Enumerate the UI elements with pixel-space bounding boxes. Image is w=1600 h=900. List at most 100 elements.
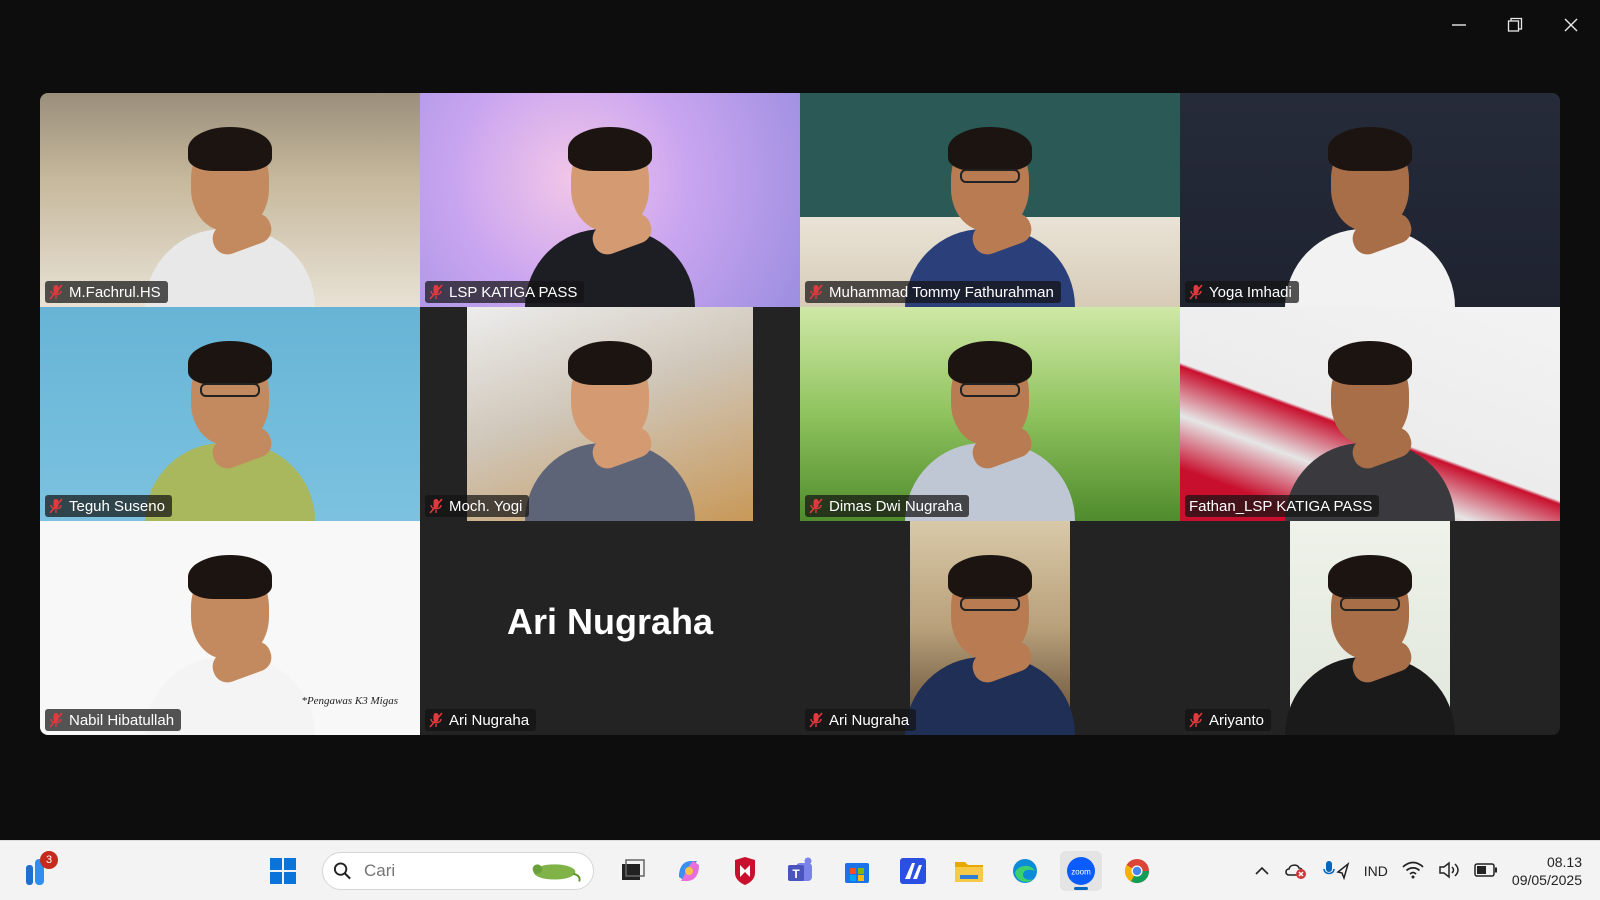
participant-tile[interactable]: Teguh Suseno [40, 307, 420, 521]
microphone-muted-icon [49, 284, 63, 300]
participant-tile[interactable]: Ariyanto [1180, 521, 1560, 735]
edge-button[interactable] [1004, 851, 1046, 891]
participant-tile[interactable]: Ari Nugraha [800, 521, 1180, 735]
microphone-muted-icon [429, 284, 443, 300]
participant-tile[interactable]: Moch. Yogi [420, 307, 800, 521]
system-tray: IND 08.13 09/05/2025 [1254, 851, 1582, 891]
wifi-icon[interactable] [1402, 861, 1424, 882]
volume-icon[interactable] [1438, 860, 1460, 882]
participant-name: Yoga Imhadi [1209, 283, 1292, 301]
participant-tile[interactable]: *Pengawas K3 Migas Nabil Hibatullah [40, 521, 420, 735]
participant-name: Teguh Suseno [69, 497, 165, 515]
close-icon[interactable] [1554, 8, 1588, 42]
language-indicator[interactable]: IND [1364, 863, 1388, 879]
mcafee-shield-icon [735, 857, 755, 885]
participant-video [800, 307, 1180, 521]
copilot-icon [679, 861, 699, 881]
task-view-button[interactable] [612, 851, 654, 891]
app-a-button[interactable] [892, 851, 934, 891]
store-button[interactable] [836, 851, 878, 891]
participant-video [800, 93, 1180, 307]
clock[interactable]: 08.13 09/05/2025 [1512, 853, 1582, 889]
chevron-up-icon[interactable] [1254, 863, 1270, 879]
clock-date: 09/05/2025 [1511, 872, 1582, 888]
participant-silhouette [900, 107, 1080, 307]
participant-name-label: Nabil Hibatullah [45, 709, 182, 731]
window-controls [1442, 8, 1588, 42]
participant-name-label: Muhammad Tommy Fathurahman [805, 281, 1061, 303]
participant-name: Ari Nugraha [829, 711, 910, 729]
participant-name-label: Fathan_LSP KATIGA PASS [1185, 495, 1380, 517]
store-icon [845, 863, 869, 883]
microphone-muted-icon [429, 498, 443, 514]
participant-video [1180, 307, 1560, 521]
participant-silhouette [520, 107, 700, 307]
chrome-button[interactable] [1116, 851, 1158, 891]
widgets-button[interactable]: 3 [20, 851, 60, 889]
file-explorer-button[interactable] [948, 851, 990, 891]
participant-tile[interactable]: Yoga Imhadi [1180, 93, 1560, 307]
copilot-button[interactable] [668, 851, 710, 891]
edge-icon [1013, 859, 1037, 883]
clock-time: 08.13 [1546, 854, 1582, 870]
microphone-muted-icon [49, 712, 63, 728]
participant-name-label: Ariyanto [1185, 709, 1272, 731]
participant-name-label: Ari Nugraha [805, 709, 917, 731]
windows-taskbar: 3 T [0, 840, 1600, 900]
participant-video [905, 521, 1075, 735]
svg-text:zoom: zoom [1071, 868, 1091, 877]
participant-tile[interactable]: Muhammad Tommy Fathurahman [800, 93, 1180, 307]
teams-icon: T [788, 857, 812, 881]
microphone-muted-icon [429, 712, 443, 728]
participant-tile[interactable]: M.Fachrul.HS [40, 93, 420, 307]
participant-video [1285, 521, 1455, 735]
microphone-muted-icon [1189, 284, 1203, 300]
participant-video [420, 93, 800, 307]
participant-name: Muhammad Tommy Fathurahman [829, 283, 1054, 301]
search-icon [333, 862, 351, 880]
participant-tile[interactable]: Fathan_LSP KATIGA PASS [1180, 307, 1560, 521]
participant-name-label: Moch. Yogi [425, 495, 530, 517]
minimize-icon[interactable] [1442, 8, 1476, 42]
participant-name-label: LSP KATIGA PASS [425, 281, 585, 303]
search-input[interactable] [364, 861, 514, 881]
participant-video [1180, 93, 1560, 307]
participant-video [40, 307, 420, 521]
microphone-location-icon[interactable] [1322, 860, 1350, 883]
participant-name-label: Dimas Dwi Nugraha [805, 495, 970, 517]
teams-button[interactable]: T [780, 851, 822, 891]
participant-tile[interactable]: Dimas Dwi Nugraha [800, 307, 1180, 521]
participant-name: LSP KATIGA PASS [449, 283, 578, 301]
participant-silhouette [140, 107, 320, 307]
participant-name: Nabil Hibatullah [69, 711, 175, 729]
participant-name-label: Ari Nugraha [425, 709, 537, 731]
task-view-icon [622, 859, 645, 880]
folder-icon [955, 862, 983, 882]
mcafee-button[interactable] [724, 851, 766, 891]
taskbar-apps: T zoom [262, 851, 1158, 891]
chrome-icon [1124, 859, 1149, 884]
taskbar-search[interactable] [322, 852, 594, 890]
participant-silhouette [1280, 107, 1460, 307]
microphone-muted-icon [49, 498, 63, 514]
background-caption: *Pengawas K3 Migas [301, 695, 398, 707]
participant-name: Fathan_LSP KATIGA PASS [1189, 497, 1373, 515]
svg-text:T: T [792, 867, 800, 881]
microphone-muted-icon [809, 284, 823, 300]
windows-logo-icon [270, 858, 296, 884]
start-button[interactable] [262, 851, 304, 891]
participant-silhouette [1280, 321, 1460, 521]
participant-gallery: M.Fachrul.HS LSP KATIGA PASS Muhammad Tomm… [40, 93, 1560, 735]
zoom-button[interactable]: zoom [1060, 851, 1102, 891]
restore-icon[interactable] [1498, 8, 1532, 42]
zoom-icon: zoom [1067, 857, 1095, 885]
microphone-muted-icon [809, 712, 823, 728]
onedrive-error-icon[interactable] [1284, 860, 1308, 883]
participant-video: *Pengawas K3 Migas [40, 521, 420, 735]
chameleon-icon [532, 864, 581, 882]
zoom-meeting-window: M.Fachrul.HS LSP KATIGA PASS Muhammad Tomm… [0, 0, 1600, 900]
participant-tile[interactable]: Ari Nugraha Ari Nugraha [420, 521, 800, 735]
battery-icon[interactable] [1474, 862, 1498, 880]
participant-tile[interactable]: LSP KATIGA PASS [420, 93, 800, 307]
participant-silhouette [900, 321, 1080, 521]
